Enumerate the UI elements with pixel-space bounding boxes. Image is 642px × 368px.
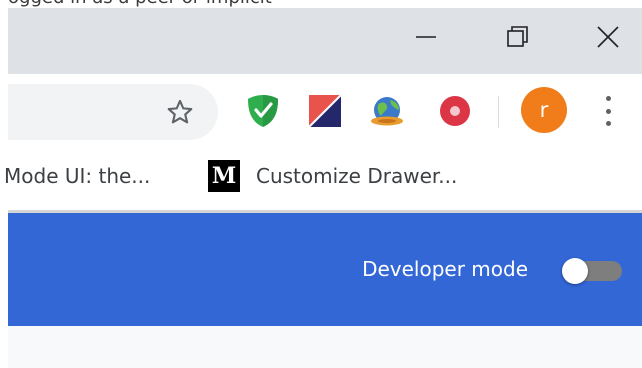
bookmark-label: Customize Drawer...: [256, 164, 458, 188]
top-strip-text: ogged in as a peer or implicit: [8, 0, 272, 8]
profile-avatar[interactable]: r: [521, 87, 567, 133]
star-outline-icon[interactable]: [166, 98, 194, 126]
developer-mode-label: Developer mode: [362, 257, 528, 281]
developer-mode-toggle[interactable]: [562, 258, 622, 284]
extension-record-button[interactable]: [436, 92, 474, 130]
close-button[interactable]: [562, 8, 642, 66]
extension-adguard-button[interactable]: [244, 92, 282, 130]
bookmark-label: Mode UI: the...: [4, 164, 151, 188]
address-bar[interactable]: [8, 84, 218, 140]
close-icon: [597, 26, 619, 48]
toggle-knob: [562, 258, 588, 284]
extension-flag-button[interactable]: [306, 92, 344, 130]
top-strip: ogged in as a peer or implicit: [0, 0, 642, 8]
three-dots-vertical-icon[interactable]: [598, 93, 618, 129]
medium-logo-icon: M: [208, 160, 240, 192]
red-record-icon: [440, 96, 470, 126]
extensions-content-area: [8, 326, 642, 368]
restore-button[interactable]: [472, 8, 564, 66]
bookmark-item[interactable]: M Customize Drawer...: [208, 148, 457, 204]
browser-toolbar: r: [8, 74, 642, 148]
globe-icon: [371, 97, 403, 126]
green-shield-icon: [248, 95, 278, 127]
title-bar: [8, 8, 642, 74]
minimize-icon: [416, 36, 436, 38]
toolbar-divider: [498, 96, 499, 128]
minimize-button[interactable]: [380, 8, 472, 66]
extension-globe-button[interactable]: [368, 92, 406, 130]
restore-icon: [507, 26, 528, 47]
extensions-header: Developer mode: [8, 213, 642, 326]
bookmark-item[interactable]: Mode UI: the...: [4, 148, 150, 204]
bookmarks-bar: Mode UI: the... M Customize Drawer...: [4, 148, 642, 210]
avatar-initial: r: [539, 98, 549, 122]
red-blue-flag-icon: [308, 94, 342, 128]
